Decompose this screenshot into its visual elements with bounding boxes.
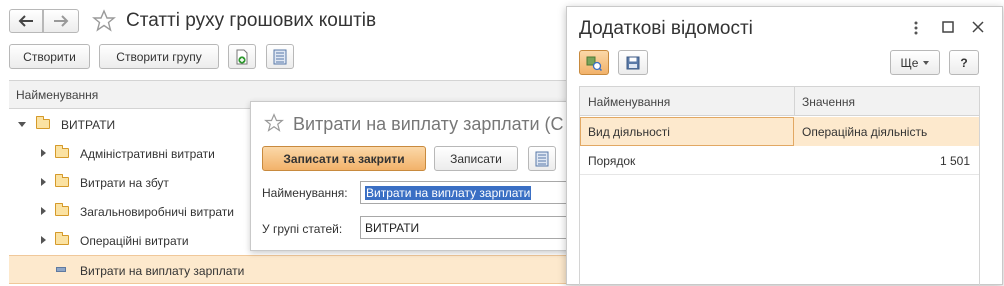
table-row[interactable]: Порядок 1 501 [580,146,979,175]
row-name: Вид діяльності [588,125,670,139]
properties-table: Найменування Значення Вид діяльності Опе… [579,86,980,286]
table-row-selected[interactable]: Вид діяльності Операційна діяльність [580,117,979,146]
row-value: Операційна діяльність [802,125,928,139]
name-field[interactable]: Витрати на виплату зарплати [360,181,579,204]
name-field-value: Витрати на виплату зарплати [365,186,532,200]
row-name: Порядок [588,154,636,168]
select-value-icon [586,56,602,71]
folder-icon [55,174,69,187]
folder-icon [36,116,50,129]
save-and-close-button[interactable]: Записати та закрити [262,146,426,171]
additional-info-window: Додаткові відомості Ще ? Найменування Зн… [566,6,1003,286]
pick-value-button[interactable] [579,50,609,75]
name-field-label: Найменування: [262,186,348,200]
column-header-name: Найменування [588,95,671,109]
group-field[interactable]: ВИТРАТИ [360,216,579,239]
expand-arrow-icon[interactable] [41,149,46,157]
tree-row-label: ВИТРАТИ [61,118,116,132]
expand-arrow-icon[interactable] [41,236,46,244]
item-icon [56,267,66,272]
page-title: Статті руху грошових коштів [126,10,377,31]
favorite-star-icon[interactable] [92,9,116,33]
more-button[interactable]: Ще [890,50,940,75]
report-button[interactable] [528,146,556,171]
expand-arrow-icon[interactable] [41,207,46,215]
folder-icon [55,145,69,158]
tree-row-label: Операційні витрати [80,234,189,248]
group-field-label: У групі статей: [262,222,343,236]
table-header: Найменування Значення [580,87,979,116]
expand-arrow-icon[interactable] [41,178,46,186]
more-options-icon[interactable] [909,19,923,37]
close-icon[interactable] [971,20,985,34]
column-divider [794,87,795,116]
tree-row-label: Загальновиробничі витрати [80,205,235,219]
collapse-arrow-icon[interactable] [18,122,26,127]
arrow-right-icon [54,15,69,27]
folder-icon [55,203,69,216]
more-button-label: Ще [900,55,919,70]
back-button[interactable] [9,9,43,33]
tree-row-label: Витрати на збут [80,176,169,190]
list-report-icon [535,151,549,166]
tree-row-label: Адміністративні витрати [80,147,215,161]
report-button[interactable] [266,44,294,69]
forward-button[interactable] [43,9,79,33]
tree-row-item-selected[interactable]: Витрати на виплату зарплати [9,255,580,284]
list-report-icon [273,49,287,64]
column-header-value: Значення [802,95,855,109]
create-button[interactable]: Створити [9,44,90,69]
maximize-icon[interactable] [941,20,955,34]
dropdown-arrow-icon [923,60,930,65]
document-add-icon [236,49,248,64]
arrow-left-icon [18,15,33,27]
folder-icon [55,232,69,245]
form-title: Витрати на виплату зарплати (С [293,114,564,134]
floppy-disk-icon [626,56,640,69]
panel-title: Додаткові відомості [579,18,753,39]
column-header-name: Найменування [16,88,99,102]
add-from-file-button[interactable] [228,44,256,69]
item-form-window: Витрати на виплату зарплати (С Записати … [250,101,579,251]
tree-row-label: Витрати на виплату зарплати [80,264,245,278]
help-button[interactable]: ? [949,50,979,75]
form-star-icon[interactable] [264,113,284,133]
save-icon-button[interactable] [618,50,648,75]
save-button[interactable]: Записати [434,146,518,171]
row-value: 1 501 [939,154,970,168]
create-group-button[interactable]: Створити групу [99,44,219,69]
